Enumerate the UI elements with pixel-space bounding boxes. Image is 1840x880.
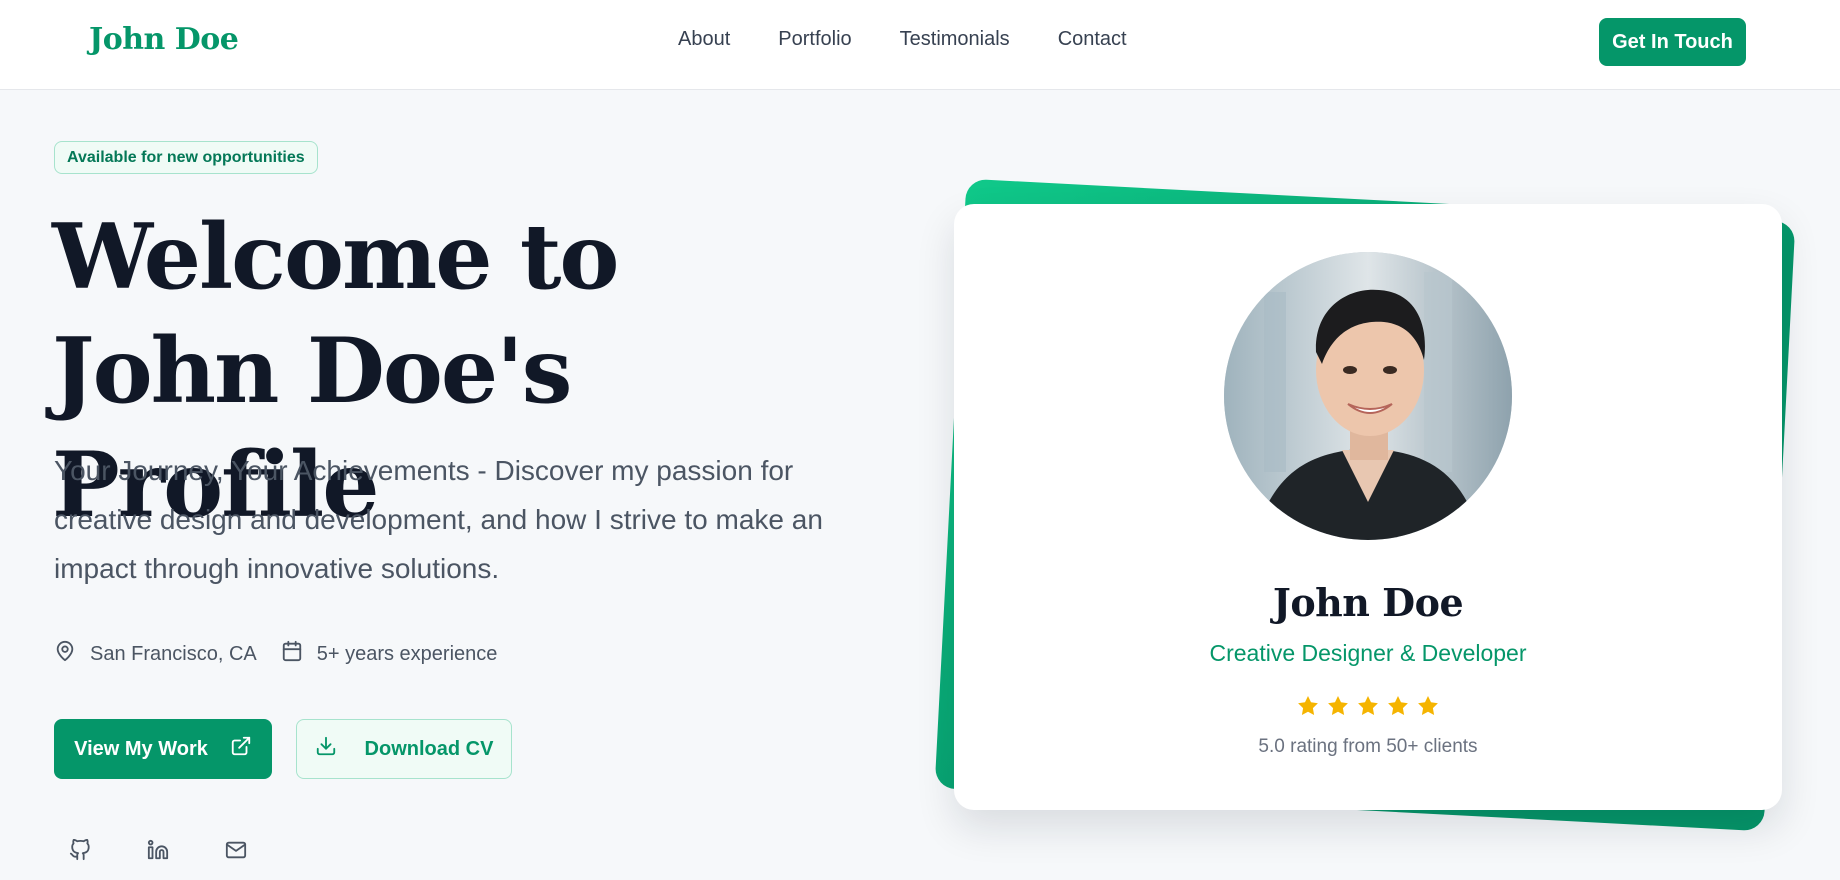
mail-icon[interactable] [224, 838, 248, 862]
rating-text: 5.0 rating from 50+ clients [1258, 736, 1478, 757]
nav-about[interactable]: About [678, 28, 730, 51]
download-cv-label: Download CV [364, 737, 494, 760]
star-icon [1328, 696, 1348, 715]
view-my-work-button[interactable]: View My Work [54, 719, 272, 779]
social-links [68, 838, 248, 862]
card-name: John Doe [1272, 580, 1464, 625]
github-icon[interactable] [68, 838, 92, 862]
external-link-icon [230, 735, 252, 763]
star-icon [1298, 696, 1318, 715]
location-item: San Francisco, CA [54, 640, 257, 668]
card-role: Creative Designer & Developer [1209, 640, 1527, 666]
calendar-icon [281, 640, 317, 668]
profile-photo [1224, 252, 1512, 540]
main-nav: About Portfolio Testimonials Contact [678, 28, 1127, 51]
nav-testimonials[interactable]: Testimonials [900, 28, 1010, 51]
profile-card: John Doe Creative Designer & Developer 5… [954, 204, 1782, 810]
rating-stars [954, 694, 1782, 718]
get-in-touch-button[interactable]: Get In Touch [1599, 18, 1746, 66]
view-my-work-label: View My Work [74, 737, 208, 760]
site-logo[interactable]: John Doe [89, 22, 239, 57]
nav-portfolio[interactable]: Portfolio [778, 28, 851, 51]
nav-contact[interactable]: Contact [1058, 28, 1127, 51]
download-icon [315, 735, 337, 763]
experience-item: 5+ years experience [281, 640, 498, 668]
star-icon [1358, 696, 1378, 715]
experience-text: 5+ years experience [316, 642, 498, 665]
download-cv-button[interactable]: Download CV [296, 719, 512, 779]
linkedin-icon[interactable] [146, 838, 170, 862]
site-header: John Doe About Portfolio Testimonials Co… [0, 0, 1840, 90]
availability-badge: Available for new opportunities [54, 141, 318, 174]
profile-meta: San Francisco, CA 5+ years experience [54, 640, 521, 668]
star-icon [1418, 696, 1438, 715]
map-pin-icon [54, 640, 90, 668]
location-text: San Francisco, CA [90, 642, 257, 665]
hero-description: Your Journey, Your Achievements - Discov… [54, 455, 823, 584]
star-icon [1388, 696, 1408, 715]
